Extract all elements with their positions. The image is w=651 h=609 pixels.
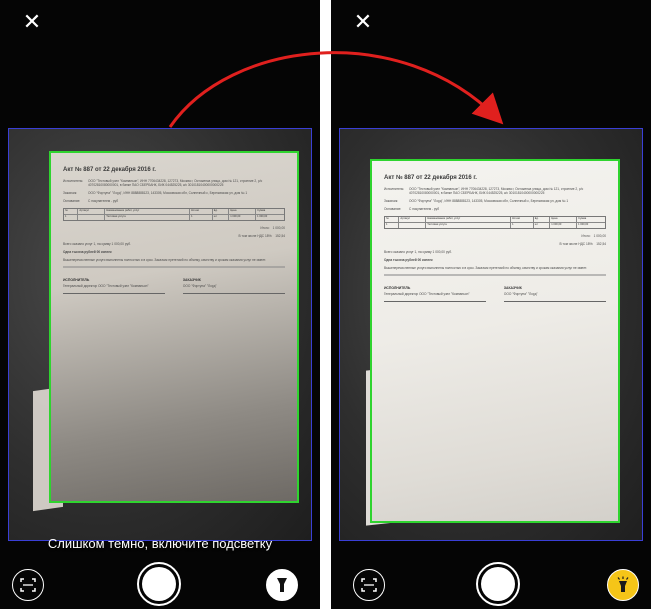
camera-viewfinder: Акт № 887 от 22 декабря 2016 г. Исполнит… [8, 128, 312, 541]
shutter-button[interactable] [137, 562, 181, 606]
shutter-inner [481, 567, 515, 601]
close-icon[interactable]: ✕ [351, 10, 375, 34]
document-detection-frame [49, 151, 299, 503]
screen-before: ✕ Акт № 887 от 22 декабря 2016 г. Исполн… [0, 0, 320, 609]
shutter-button[interactable] [476, 562, 520, 606]
camera-toolbar [331, 556, 651, 609]
camera-viewfinder: Акт № 887 от 22 декабря 2016 г. Исполнит… [339, 128, 643, 541]
document-detection-frame [370, 159, 620, 523]
shutter-inner [142, 567, 176, 601]
flashlight-on-icon[interactable] [607, 569, 639, 601]
scan-frame-icon[interactable] [12, 569, 44, 601]
flashlight-off-icon[interactable] [266, 569, 298, 601]
scan-frame-icon[interactable] [353, 569, 385, 601]
screen-after: ✕ Акт № 887 от 22 декабря 2016 г. Исполн… [331, 0, 651, 609]
close-icon[interactable]: ✕ [20, 10, 44, 34]
camera-toolbar [0, 556, 320, 609]
hint-message: Слишком темно, включите подсветку [47, 536, 273, 551]
